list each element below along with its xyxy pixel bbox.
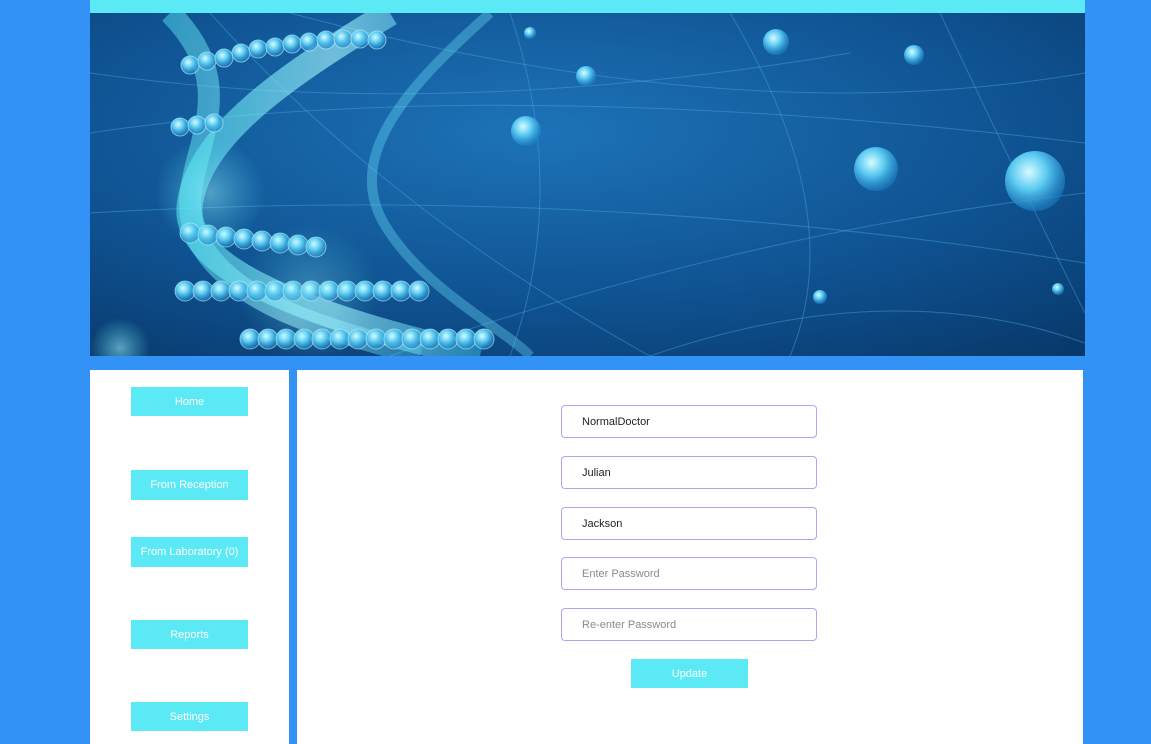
first-name-field[interactable] — [561, 456, 817, 489]
sidebar-item-from-laboratory[interactable]: From Laboratory (0) — [131, 537, 248, 567]
update-button[interactable]: Update — [631, 659, 748, 688]
sidebar-item-reports[interactable]: Reports — [131, 620, 248, 649]
profile-update-form: Update — [297, 370, 1083, 744]
sidebar-item-settings[interactable]: Settings — [131, 702, 248, 731]
top-accent-bar — [90, 0, 1085, 13]
header-banner-image — [90, 13, 1085, 356]
password-field[interactable] — [561, 557, 817, 590]
sidebar-nav: Home From Reception From Laboratory (0) … — [90, 370, 289, 744]
sidebar-item-from-reception[interactable]: From Reception — [131, 470, 248, 500]
column-divider — [289, 370, 297, 744]
sidebar-item-home[interactable]: Home — [131, 387, 248, 416]
last-name-field[interactable] — [561, 507, 817, 540]
password-confirm-field[interactable] — [561, 608, 817, 641]
dna-helix-illustration — [90, 13, 1085, 356]
username-field[interactable] — [561, 405, 817, 438]
